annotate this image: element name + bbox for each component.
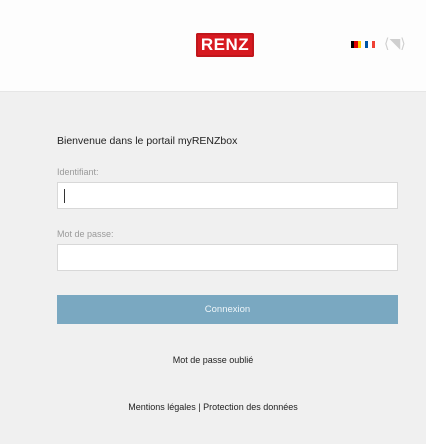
link-separator: | <box>198 402 201 412</box>
password-label: Mot de passe: <box>57 229 114 239</box>
french-flag-icon[interactable] <box>365 41 375 48</box>
legal-links: Mentions légales | Protection des donnée… <box>0 402 426 412</box>
header: RENZ ⟨◥⟩ <box>0 0 426 92</box>
overflow-icon: ⟨◥⟩ <box>384 36 406 52</box>
welcome-heading: Bienvenue dans le portail myRENZbox <box>57 135 238 147</box>
language-selector <box>351 41 375 48</box>
forgot-password-link[interactable]: Mot de passe oublié <box>173 355 254 365</box>
data-protection-link[interactable]: Protection des données <box>203 402 298 412</box>
renz-logo[interactable]: RENZ <box>196 33 254 57</box>
password-input[interactable] <box>57 244 398 271</box>
connect-button[interactable]: Connexion <box>57 295 398 324</box>
forgot-password-row: Mot de passe oublié <box>0 355 426 365</box>
legal-notice-link[interactable]: Mentions légales <box>128 402 196 412</box>
text-caret <box>64 189 65 203</box>
username-label: Identifiant: <box>57 167 99 177</box>
username-input[interactable] <box>57 182 398 209</box>
german-flag-icon[interactable] <box>351 41 361 48</box>
